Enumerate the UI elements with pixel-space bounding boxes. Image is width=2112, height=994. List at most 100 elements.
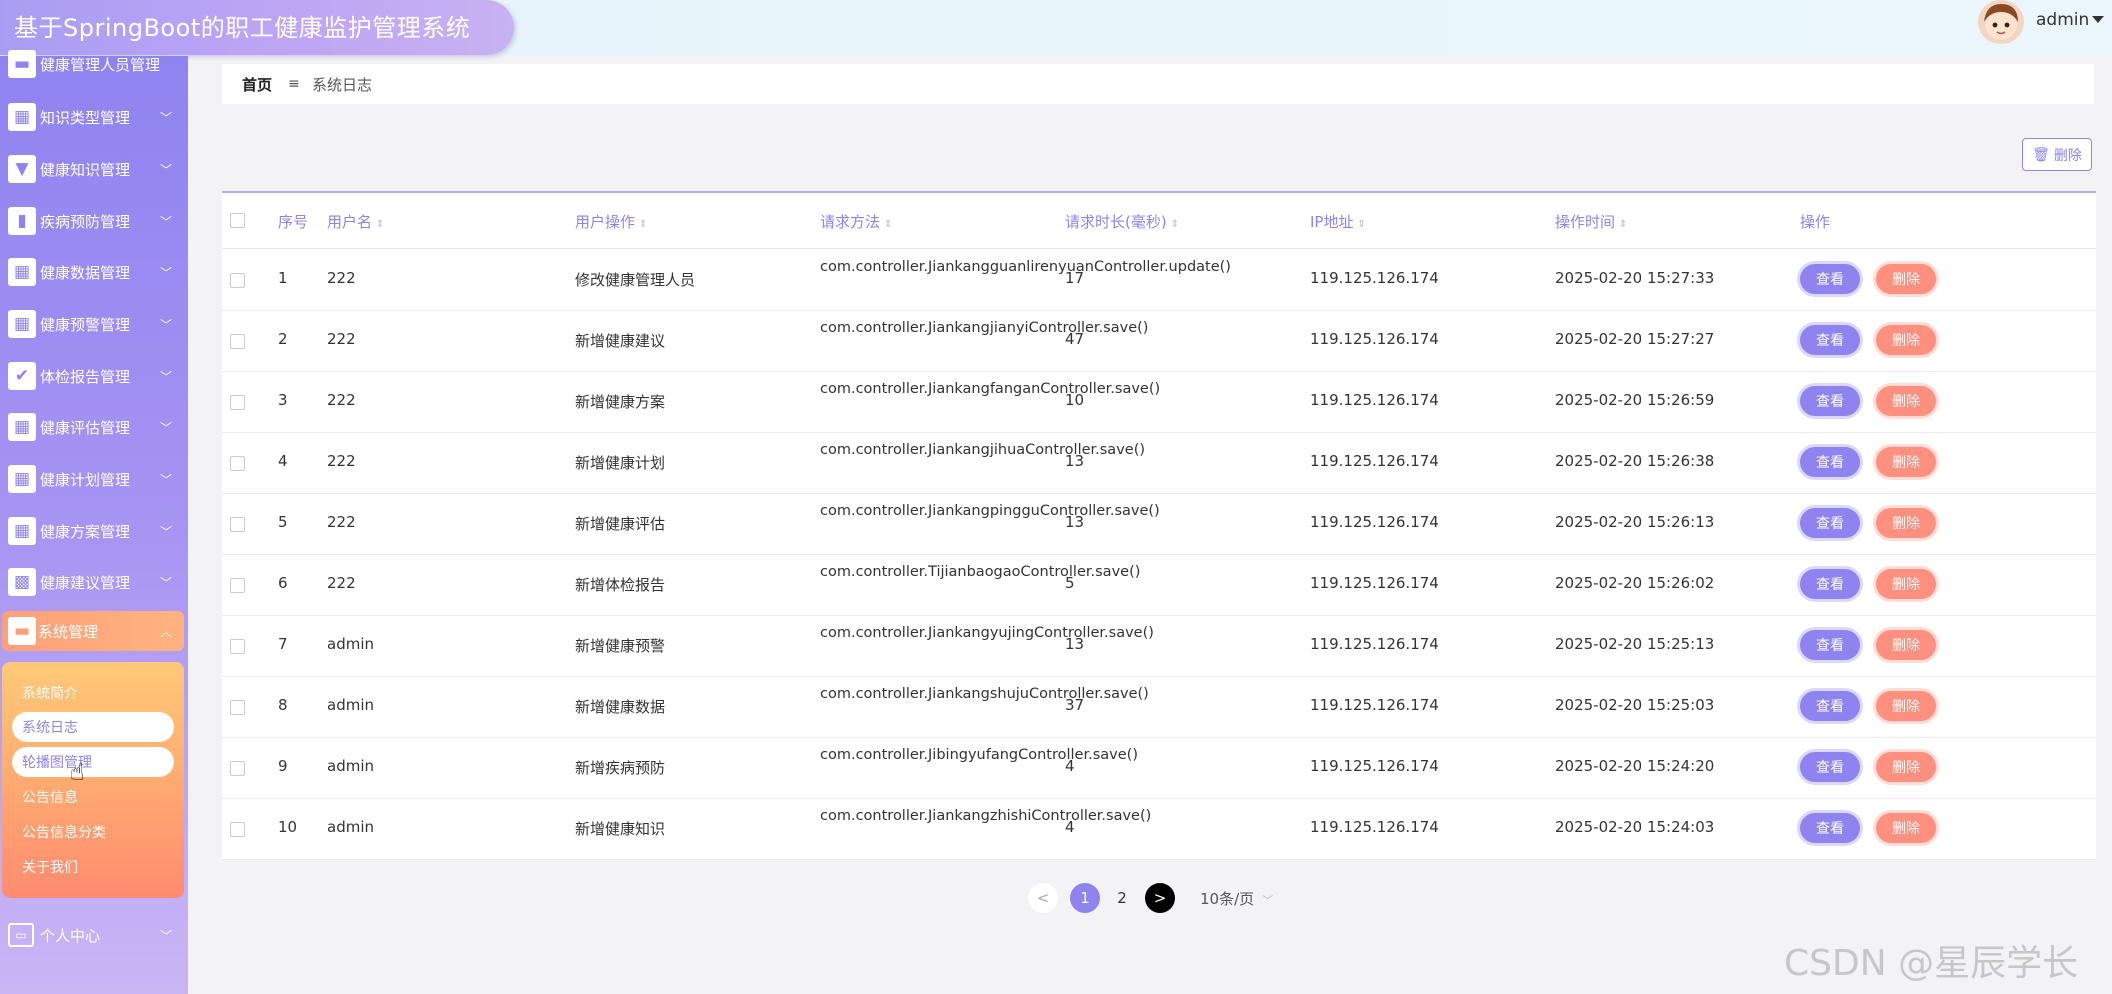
row-checkbox[interactable] — [230, 761, 245, 776]
sidebar-item-label: 健康预警管理 — [40, 315, 131, 334]
monitor-icon: ▬ — [8, 617, 36, 645]
sort-icon[interactable]: ⇕ — [1357, 219, 1365, 230]
col-header-duration[interactable]: 请求时长(毫秒) ⇕ — [1065, 211, 1179, 232]
row-checkbox[interactable] — [230, 822, 245, 837]
delete-button[interactable]: 删除 — [1876, 264, 1936, 294]
sidebar-item-health-advice[interactable]: ▩ 健康建议管理 ﹀ — [0, 558, 188, 606]
col-header-method[interactable]: 请求方法 ⇕ — [820, 211, 892, 232]
prev-page-button[interactable]: < — [1028, 883, 1058, 913]
row-checkbox[interactable] — [230, 334, 245, 349]
col-header-user[interactable]: 用户名 ⇕ — [327, 211, 384, 232]
cell-ip: 119.125.126.174 — [1310, 513, 1439, 531]
cell-ip: 119.125.126.174 — [1310, 574, 1439, 592]
sidebar-item-health-knowledge[interactable]: ▼ 健康知识管理 ﹀ — [0, 145, 188, 193]
sort-icon[interactable]: ⇕ — [1619, 219, 1627, 230]
row-checkbox[interactable] — [230, 578, 245, 593]
page-1-button[interactable]: 1 — [1070, 883, 1100, 913]
view-button[interactable]: 查看 — [1800, 752, 1860, 782]
row-checkbox[interactable] — [230, 517, 245, 532]
bulk-delete-button[interactable]: 🗑 删除 — [2022, 138, 2092, 171]
view-button[interactable]: 查看 — [1800, 264, 1860, 294]
select-all-checkbox[interactable] — [230, 213, 245, 228]
table-row: 8 admin 新增健康数据 com.controller.Jiankangshuju… — [222, 676, 2096, 738]
submenu-item-carousel[interactable]: 轮播图管理 — [12, 747, 174, 777]
sort-icon[interactable]: ⇕ — [639, 219, 647, 230]
view-button[interactable]: 查看 — [1800, 569, 1860, 599]
submenu-item-notice-category[interactable]: 公告信息分类 — [12, 817, 174, 847]
row-checkbox[interactable] — [230, 395, 245, 410]
page-2-button[interactable]: 2 — [1107, 883, 1137, 913]
delete-button[interactable]: 删除 — [1876, 386, 1936, 416]
col-header-method-label: 请求方法 — [820, 213, 881, 231]
sidebar-item-health-data[interactable]: ▦ 健康数据管理 ﹀ — [0, 248, 188, 296]
cell-ip: 119.125.126.174 — [1310, 818, 1439, 836]
submenu-item-system-log[interactable]: 系统日志 — [12, 712, 174, 742]
col-header-ip[interactable]: IP地址 ⇕ — [1310, 211, 1366, 232]
view-button[interactable]: 查看 — [1800, 508, 1860, 538]
submenu-item-intro[interactable]: 系统简介 — [12, 678, 174, 708]
breadcrumb-home[interactable]: 首页 — [242, 74, 272, 95]
sidebar-item-health-plan[interactable]: ▦ 健康计划管理 ﹀ — [0, 455, 188, 503]
sort-icon[interactable]: ⇕ — [884, 219, 892, 230]
chevron-down-icon[interactable] — [2092, 16, 2104, 23]
sidebar-item-health-warning[interactable]: ▦ 健康预警管理 ﹀ — [0, 300, 188, 348]
col-header-duration-label: 请求时长(毫秒) — [1065, 213, 1167, 231]
col-header-op[interactable]: 用户操作 ⇕ — [575, 211, 647, 232]
cell-user: admin — [327, 635, 374, 653]
row-checkbox[interactable] — [230, 700, 245, 715]
delete-button[interactable]: 删除 — [1876, 691, 1936, 721]
sidebar-item-knowledge-type[interactable]: ▦ 知识类型管理 ﹀ — [0, 93, 188, 141]
view-button[interactable]: 查看 — [1800, 447, 1860, 477]
view-button[interactable]: 查看 — [1800, 630, 1860, 660]
sort-icon[interactable]: ⇕ — [1171, 219, 1179, 230]
table-row: 6 222 新增体检报告 com.controller.TijianbaogaoCon… — [222, 554, 2096, 616]
delete-button[interactable]: 删除 — [1876, 813, 1936, 843]
col-header-time[interactable]: 操作时间 ⇕ — [1555, 211, 1627, 232]
cell-user: admin — [327, 818, 374, 836]
next-page-button[interactable]: > — [1145, 883, 1175, 913]
delete-button[interactable]: 删除 — [1876, 752, 1936, 782]
cell-user: 222 — [327, 574, 356, 592]
cell-duration: 4 — [1065, 757, 1075, 775]
row-checkbox[interactable] — [230, 273, 245, 288]
cell-user: 222 — [327, 513, 356, 531]
cell-duration: 47 — [1065, 330, 1085, 348]
view-button[interactable]: 查看 — [1800, 813, 1860, 843]
sidebar-item-personal-center[interactable]: ▭ 个人中心 ﹀ — [0, 911, 188, 959]
cell-ip: 119.125.126.174 — [1310, 391, 1439, 409]
app-title: 基于SpringBoot的职工健康监护管理系统 — [14, 14, 471, 42]
user-menu[interactable]: admin — [2036, 10, 2089, 30]
row-checkbox[interactable] — [230, 456, 245, 471]
cell-user: admin — [327, 757, 374, 775]
clipboard-icon: ✔ — [8, 362, 36, 390]
delete-button[interactable]: 删除 — [1876, 447, 1936, 477]
col-header-time-label: 操作时间 — [1555, 213, 1616, 231]
submenu-item-notice[interactable]: 公告信息 — [12, 782, 174, 812]
sort-icon[interactable]: ⇕ — [376, 219, 384, 230]
view-button[interactable]: 查看 — [1800, 386, 1860, 416]
delete-button[interactable]: 删除 — [1876, 630, 1936, 660]
cell-duration: 37 — [1065, 696, 1085, 714]
view-button[interactable]: 查看 — [1800, 691, 1860, 721]
sidebar-item-health-scheme[interactable]: ▦ 健康方案管理 ﹀ — [0, 507, 188, 555]
chevron-down-icon: ﹀ — [160, 575, 173, 590]
cell-no: 4 — [278, 452, 288, 470]
sidebar-item-disease-prevention[interactable]: ▮ 疾病预防管理 ﹀ — [0, 197, 188, 245]
delete-button[interactable]: 删除 — [1876, 569, 1936, 599]
avatar[interactable] — [1978, 0, 2024, 44]
cell-time: 2025-02-20 15:26:59 — [1555, 391, 1715, 409]
row-checkbox[interactable] — [230, 639, 245, 654]
submenu-item-about[interactable]: 关于我们 — [12, 852, 174, 882]
col-header-ip-label: IP地址 — [1310, 213, 1354, 231]
sidebar-item-checkup-report[interactable]: ✔ 体检报告管理 ﹀ — [0, 352, 188, 400]
chevron-down-icon: ﹀ — [160, 928, 173, 943]
delete-button[interactable]: 删除 — [1876, 325, 1936, 355]
stamp-icon: ▼ — [8, 155, 36, 183]
view-button[interactable]: 查看 — [1800, 325, 1860, 355]
grid-icon: ▦ — [8, 310, 36, 338]
page-size-select[interactable]: 10条/页 ﹀ — [1200, 888, 1273, 909]
sidebar-item-system[interactable]: ▬ 系统管理 ︿ — [2, 611, 184, 651]
sidebar-item-health-assessment[interactable]: ▦ 健康评估管理 ﹀ — [0, 403, 188, 451]
sidebar-item-health-staff[interactable]: ▬ 健康管理人员管理 — [0, 40, 188, 88]
delete-button[interactable]: 删除 — [1876, 508, 1936, 538]
